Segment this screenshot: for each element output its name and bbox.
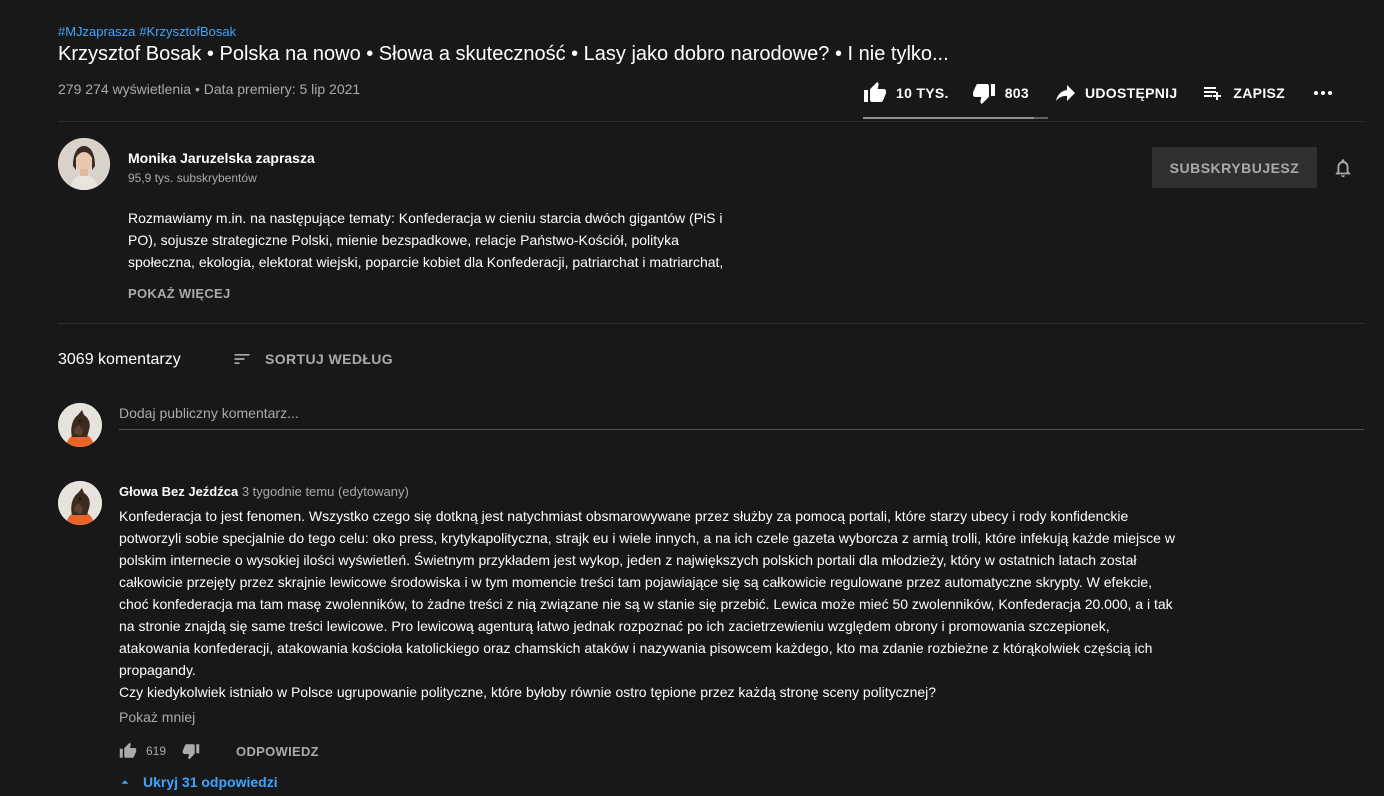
video-title: Krzysztof Bosak • Polska na nowo • Słowa… <box>58 43 949 65</box>
playlist-add-icon <box>1204 87 1222 100</box>
comment-line: na stronie znajdą się same treści lewico… <box>119 618 1110 634</box>
comment-timestamp[interactable]: 3 tygodnie temu (edytowany) <box>242 484 409 499</box>
save-button[interactable]: ZAPISZ <box>1201 81 1285 105</box>
more-horizontal-icon <box>1314 91 1333 95</box>
horse-head-icon <box>58 481 102 525</box>
show-less-button[interactable]: Pokaż mniej <box>119 709 195 725</box>
description-line: PO), sojusze strategiczne Polski, mienie… <box>128 232 679 248</box>
more-actions-button[interactable] <box>1311 81 1335 105</box>
thumbs-up-icon <box>864 82 886 102</box>
dislike-count: 803 <box>1004 85 1029 101</box>
sentiment-bar-fill <box>863 117 1034 119</box>
divider <box>58 323 1364 324</box>
share-icon <box>1055 85 1075 101</box>
description-line: społeczna, ekologia, elektorat wiejski, … <box>128 254 724 270</box>
comment-line: atakowania konfederacji, atakowania kośc… <box>119 640 1153 656</box>
subscriber-count: 95,9 tys. subskrybentów <box>128 171 257 185</box>
bell-icon <box>1335 159 1351 178</box>
comment-line: potworzyli sobie specjalnie do tego celu… <box>119 530 1175 546</box>
like-count: 10 TYS. <box>896 85 949 101</box>
add-comment-input[interactable]: Dodaj publiczny komentarz... <box>119 405 299 421</box>
comment-line: choć konfederacja ma tam masę zwolennikó… <box>119 596 1173 612</box>
hashtags: #MJzaprasza #KrzysztofBosak <box>58 24 240 39</box>
comment-author-avatar[interactable] <box>58 481 102 525</box>
thumbs-down-icon <box>972 84 995 104</box>
save-label: ZAPISZ <box>1233 85 1286 101</box>
user-avatar <box>58 403 102 447</box>
comment-header: Głowa Bez Jeźdźca 3 tygodnie temu (edyto… <box>119 484 409 499</box>
hide-replies-button[interactable]: Ukryj 31 odpowiedzi <box>119 774 278 790</box>
thumbs-up-icon[interactable] <box>119 742 137 760</box>
like-button[interactable]: 10 TYS. <box>862 81 949 105</box>
chevron-up-icon <box>121 780 129 784</box>
video-actions: 10 TYS. 803 UDOSTĘPNIJ ZAPISZ <box>862 76 1335 110</box>
reply-button[interactable]: ODPOWIEDZ <box>236 744 319 759</box>
share-button[interactable]: UDOSTĘPNIJ <box>1053 81 1177 105</box>
divider <box>58 121 1364 122</box>
comments-count: 3069 komentarzy <box>58 351 181 368</box>
premiere-date: Data premiery: 5 lip 2021 <box>203 81 361 97</box>
horse-head-icon <box>58 403 102 447</box>
comment-line: Konfederacja to jest fenomen. Wszystko c… <box>119 508 1129 524</box>
thumbs-down-icon[interactable] <box>182 742 200 760</box>
comment-author-name[interactable]: Głowa Bez Jeźdźca <box>119 484 238 499</box>
sort-icon <box>234 354 250 364</box>
video-meta: 279 274 wyświetlenia • Data premiery: 5 … <box>58 81 360 97</box>
subscribe-button[interactable]: SUBSKRYBUJESZ <box>1152 147 1317 188</box>
channel-avatar[interactable] <box>58 138 110 190</box>
channel-name[interactable]: Monika Jaruzelska zaprasza <box>128 150 315 166</box>
show-more-button[interactable]: POKAŻ WIĘCEJ <box>128 286 231 301</box>
share-label: UDOSTĘPNIJ <box>1084 85 1178 101</box>
person-portrait-icon <box>58 138 110 190</box>
comment-line: propagandy. <box>119 662 196 678</box>
comment-actions: 619 ODPOWIEDZ <box>119 742 319 760</box>
hashtag-link[interactable]: #KrzysztofBosak <box>139 24 236 39</box>
hide-replies-label: Ukryj 31 odpowiedzi <box>143 774 278 790</box>
sort-label: SORTUJ WEDŁUG <box>265 351 394 367</box>
video-description: Rozmawiamy m.in. na następujące tematy: … <box>128 207 828 273</box>
comment-text: Konfederacja to jest fenomen. Wszystko c… <box>119 505 1364 703</box>
comment-line: całkowicie przejęty przez skrajnie lewic… <box>119 574 1153 590</box>
view-count: 279 274 wyświetlenia <box>58 81 192 97</box>
dislike-button[interactable]: 803 <box>971 81 1029 105</box>
comment-like-count: 619 <box>146 744 167 758</box>
meta-separator: • <box>191 81 204 97</box>
comment-input-underline <box>119 429 1364 430</box>
notification-bell-button[interactable] <box>1332 156 1354 185</box>
description-line: Rozmawiamy m.in. na następujące tematy: … <box>128 210 723 226</box>
hashtag-link[interactable]: #MJzaprasza <box>58 24 135 39</box>
comment-line: Czy kiedykolwiek istniało w Polsce ugrup… <box>119 684 937 700</box>
sort-comments-button[interactable]: SORTUJ WEDŁUG <box>232 349 393 369</box>
comment-line: polskim internecie o wysokiej ilości wyś… <box>119 552 1137 568</box>
